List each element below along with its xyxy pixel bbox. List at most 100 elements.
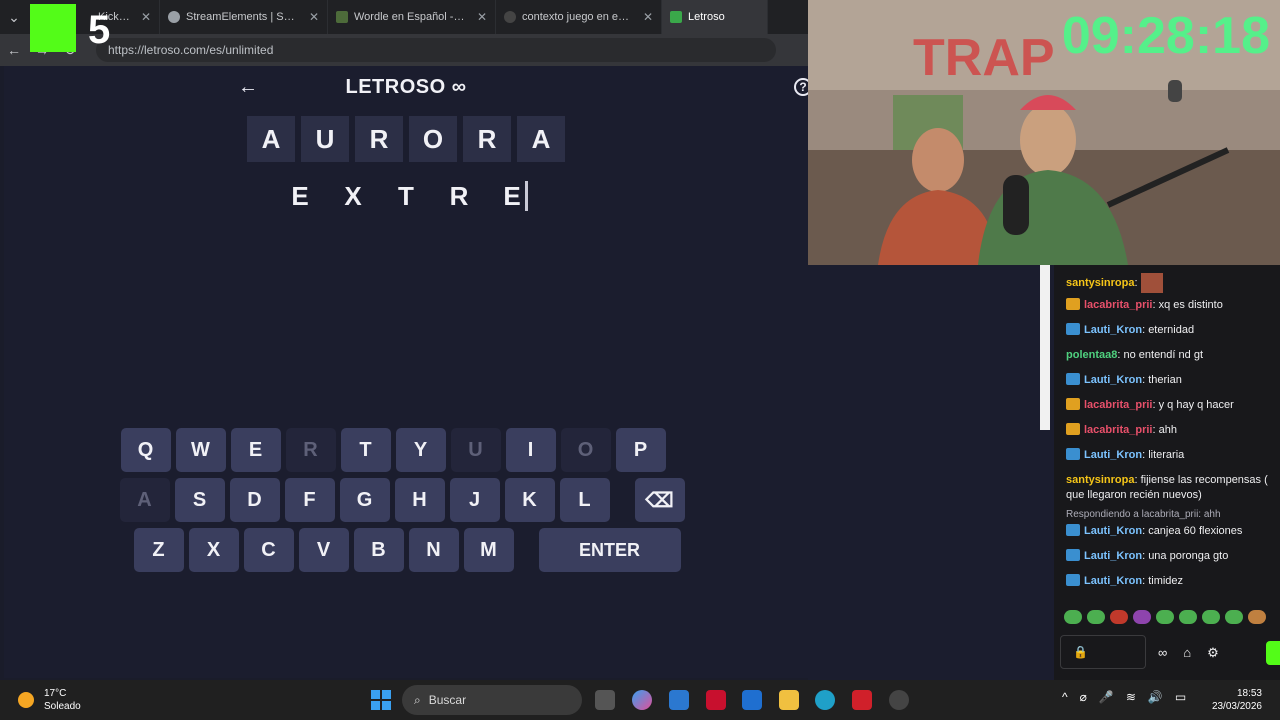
users-icon[interactable]: ∞ bbox=[1158, 645, 1167, 661]
key-r[interactable]: R bbox=[285, 428, 336, 472]
key-z[interactable]: Z bbox=[133, 528, 184, 572]
tab-contexto[interactable]: contexto juego en español ✕ bbox=[496, 0, 662, 34]
chat-username[interactable]: Lauti_Kron bbox=[1084, 525, 1142, 537]
battery-icon[interactable]: ▭ bbox=[1175, 690, 1186, 704]
close-icon[interactable]: ✕ bbox=[309, 10, 319, 24]
chat-username[interactable]: lacabrita_prii bbox=[1084, 299, 1152, 311]
key-l[interactable]: L bbox=[559, 478, 610, 522]
chat-username[interactable]: santysinropa bbox=[1066, 277, 1134, 289]
kick-k-icon bbox=[30, 4, 76, 52]
kick-overlay-logo: 5 bbox=[30, 4, 114, 54]
chat-username[interactable]: lacabrita_prii bbox=[1084, 399, 1152, 411]
clock-date[interactable]: 18:53 23/03/2026 bbox=[1206, 687, 1262, 713]
keyboard-row-2: A S D F G H J K L ⌫ bbox=[0, 478, 804, 522]
tab-streamelements[interactable]: StreamElements | Subathon ✕ bbox=[160, 0, 328, 34]
key-i[interactable]: I bbox=[505, 428, 556, 472]
key-o[interactable]: O bbox=[560, 428, 611, 472]
tab-title: StreamElements | Subathon bbox=[186, 11, 299, 23]
search-placeholder: Buscar bbox=[428, 693, 467, 707]
emote-icon[interactable] bbox=[1225, 610, 1243, 624]
chevron-up-icon[interactable]: ^ bbox=[1062, 690, 1068, 704]
key-w[interactable]: W bbox=[175, 428, 226, 472]
chat-send-button[interactable] bbox=[1266, 641, 1280, 665]
emote-icon[interactable] bbox=[1110, 610, 1128, 624]
chat-text: xq es distinto bbox=[1158, 299, 1223, 311]
close-icon[interactable]: ✕ bbox=[141, 10, 151, 24]
app-icon[interactable] bbox=[889, 690, 909, 710]
windows-start-icon[interactable] bbox=[371, 690, 391, 710]
enter-key[interactable]: ENTER bbox=[538, 528, 681, 572]
microphone-icon[interactable]: 🎤 bbox=[1099, 690, 1114, 704]
key-k[interactable]: K bbox=[504, 478, 555, 522]
back-icon[interactable]: ← bbox=[0, 42, 28, 58]
emote-icon[interactable] bbox=[1179, 610, 1197, 624]
key-s[interactable]: S bbox=[174, 478, 225, 522]
outlook-icon[interactable] bbox=[742, 690, 762, 710]
key-e[interactable]: E bbox=[230, 428, 281, 472]
chat-username[interactable]: Lauti_Kron bbox=[1084, 374, 1142, 386]
location-off-icon[interactable]: ⌀ bbox=[1080, 690, 1087, 704]
chat-username[interactable]: Lauti_Kron bbox=[1084, 324, 1142, 336]
emote-icon[interactable] bbox=[1156, 610, 1174, 624]
chat-username[interactable]: Lauti_Kron bbox=[1084, 575, 1142, 587]
tab-wordle[interactable]: Wordle en Español - Juego ✕ bbox=[328, 0, 496, 34]
copilot-icon[interactable] bbox=[632, 690, 652, 710]
browser-tab-bar: ⌄ Kick Dashboard ✕ StreamElements | Suba… bbox=[0, 0, 808, 34]
settings-icon[interactable]: ⚙ bbox=[1207, 645, 1219, 661]
key-f[interactable]: F bbox=[284, 478, 335, 522]
lexmark-icon[interactable] bbox=[852, 690, 872, 710]
store-icon[interactable]: ⌂ bbox=[1183, 645, 1191, 661]
close-icon[interactable]: ✕ bbox=[643, 10, 653, 24]
tab-letroso[interactable]: Letroso bbox=[662, 0, 768, 34]
mcafee-icon[interactable] bbox=[706, 690, 726, 710]
badge-icon bbox=[1066, 549, 1080, 561]
chat-username[interactable]: Lauti_Kron bbox=[1084, 550, 1142, 562]
file-explorer-icon[interactable] bbox=[779, 690, 799, 710]
key-d[interactable]: D bbox=[229, 478, 280, 522]
backspace-key[interactable]: ⌫ bbox=[634, 478, 685, 522]
url-field[interactable]: https://letroso.com/es/unlimited bbox=[96, 38, 776, 62]
guess-row: A U R O R A bbox=[4, 116, 808, 162]
store-app-icon[interactable] bbox=[669, 690, 689, 710]
tab-list-icon[interactable]: ⌄ bbox=[0, 9, 28, 26]
letroso-icon bbox=[670, 11, 682, 23]
key-p[interactable]: P bbox=[615, 428, 666, 472]
emote-icon[interactable] bbox=[1133, 610, 1151, 624]
emote-icon[interactable] bbox=[1064, 610, 1082, 624]
wifi-icon[interactable]: ≋ bbox=[1126, 690, 1136, 704]
emote-icon[interactable] bbox=[1202, 610, 1220, 624]
guess-tile: A bbox=[247, 116, 295, 162]
scrollbar[interactable] bbox=[1040, 265, 1050, 430]
key-j[interactable]: J bbox=[449, 478, 500, 522]
edge-icon[interactable] bbox=[815, 690, 835, 710]
key-m[interactable]: M bbox=[463, 528, 514, 572]
key-a[interactable]: A bbox=[119, 478, 170, 522]
key-c[interactable]: C bbox=[243, 528, 294, 572]
key-u[interactable]: U bbox=[450, 428, 501, 472]
key-q[interactable]: Q bbox=[120, 428, 171, 472]
chat-username[interactable]: polentaa8 bbox=[1066, 349, 1117, 361]
chat-username[interactable]: lacabrita_prii bbox=[1084, 424, 1152, 436]
key-t[interactable]: T bbox=[340, 428, 391, 472]
chat-text: canjea 60 flexiones bbox=[1148, 525, 1243, 537]
chat-text: timidez bbox=[1148, 575, 1184, 587]
key-v[interactable]: V bbox=[298, 528, 349, 572]
key-h[interactable]: H bbox=[394, 478, 445, 522]
taskbar-search[interactable]: ⌕ Buscar bbox=[402, 685, 582, 715]
task-view-icon[interactable] bbox=[595, 690, 615, 710]
key-n[interactable]: N bbox=[408, 528, 459, 572]
badge-icon bbox=[1066, 423, 1080, 435]
chat-username[interactable]: Lauti_Kron bbox=[1084, 449, 1142, 461]
key-b[interactable]: B bbox=[353, 528, 404, 572]
emote-icon[interactable] bbox=[1248, 610, 1266, 624]
key-y[interactable]: Y bbox=[395, 428, 446, 472]
weather-widget[interactable]: 17°C Soleado bbox=[18, 687, 81, 713]
close-icon[interactable]: ✕ bbox=[477, 10, 487, 24]
chat-input[interactable]: 🔒 bbox=[1060, 635, 1146, 669]
volume-icon[interactable]: 🔊 bbox=[1148, 690, 1163, 704]
emote-icon[interactable] bbox=[1087, 610, 1105, 624]
key-g[interactable]: G bbox=[339, 478, 390, 522]
chat-message: lacabrita_prii: xq es distinto bbox=[1066, 298, 1278, 313]
key-x[interactable]: X bbox=[188, 528, 239, 572]
chat-username[interactable]: santysinropa bbox=[1066, 474, 1134, 486]
